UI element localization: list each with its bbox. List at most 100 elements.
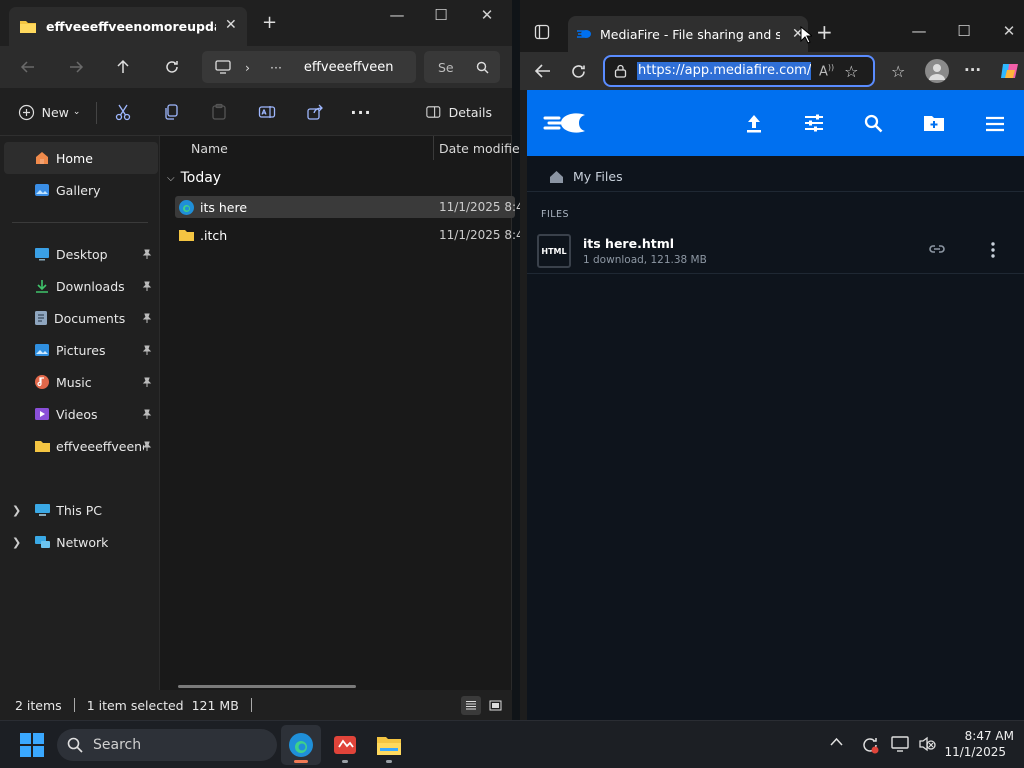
- gallery-icon: [34, 182, 50, 198]
- column-header-date[interactable]: Date modified: [439, 141, 528, 156]
- settings-more-icon[interactable]: ···: [964, 61, 981, 79]
- breadcrumb[interactable]: My Files: [549, 169, 623, 184]
- clock-time[interactable]: 8:47 AM: [944, 729, 1014, 743]
- pin-icon[interactable]: [142, 345, 152, 355]
- share-button[interactable]: [302, 96, 328, 128]
- explorer-tab[interactable]: effveeeffveenomoreupdates12 ✕: [9, 7, 247, 46]
- sidebar-item-documents[interactable]: Documents: [4, 302, 158, 334]
- mediafire-logo[interactable]: [543, 110, 589, 136]
- pin-icon[interactable]: [142, 249, 152, 259]
- copilot-icon[interactable]: [999, 60, 1021, 82]
- favorites-icon[interactable]: ☆: [891, 62, 905, 81]
- list-item[interactable]: HTML its here.html 1 download, 121.38 MB: [527, 228, 1024, 274]
- search-input[interactable]: Se: [438, 60, 454, 75]
- pin-icon[interactable]: [142, 313, 152, 323]
- chevron-right-icon[interactable]: ❯: [12, 536, 21, 549]
- link-icon[interactable]: [929, 244, 945, 254]
- hamburger-menu-icon[interactable]: [985, 116, 1005, 132]
- filter-sliders-icon[interactable]: [804, 114, 824, 132]
- sidebar-item-network[interactable]: ❯ Network: [4, 526, 158, 558]
- sidebar-item-folder[interactable]: effveeeffveenom: [4, 430, 158, 462]
- taskbar-edge[interactable]: [281, 725, 321, 765]
- close-window-button[interactable]: ✕: [470, 0, 504, 30]
- tab-actions-icon[interactable]: [534, 24, 550, 40]
- close-window-button[interactable]: ✕: [992, 16, 1024, 46]
- chevron-up-icon[interactable]: [830, 737, 843, 746]
- address-bar[interactable]: › ··· effveeeffveen: [202, 51, 416, 83]
- navigation-pane: Home Gallery Desktop Downloads Documents…: [0, 136, 160, 690]
- volume-muted-icon[interactable]: [918, 736, 936, 752]
- address-segment[interactable]: effveeeffveen: [304, 60, 394, 75]
- refresh-button[interactable]: [157, 52, 187, 82]
- rename-button[interactable]: [254, 96, 280, 128]
- close-tab-icon[interactable]: ✕: [225, 17, 237, 33]
- url-text[interactable]: https://app.mediafire.com/fo: [637, 62, 811, 80]
- favorite-star-icon[interactable]: ☆: [844, 62, 858, 81]
- lock-icon[interactable]: [614, 64, 627, 78]
- sync-alert-icon[interactable]: [860, 735, 880, 755]
- details-button[interactable]: Details: [426, 96, 492, 128]
- sidebar-item-gallery[interactable]: Gallery: [4, 174, 158, 206]
- file-name[interactable]: its here.html: [583, 236, 674, 251]
- pin-icon[interactable]: [142, 409, 152, 419]
- edge-tab[interactable]: MediaFire - File sharing and stora ✕: [568, 16, 808, 52]
- back-button[interactable]: [13, 52, 43, 82]
- sidebar-label: Videos: [56, 406, 98, 422]
- column-divider[interactable]: [433, 136, 434, 160]
- url-bar[interactable]: https://app.mediafire.com/fo A)) ☆: [603, 55, 875, 87]
- sidebar-label: Pictures: [56, 342, 106, 358]
- new-button[interactable]: New ⌄: [14, 96, 84, 128]
- tiles-view-button[interactable]: [485, 696, 505, 715]
- search-box[interactable]: Se: [424, 51, 500, 83]
- group-header-today[interactable]: ⌵ Today: [167, 170, 221, 186]
- sidebar-item-music[interactable]: Music: [4, 366, 158, 398]
- read-aloud-icon[interactable]: A)): [819, 63, 834, 79]
- refresh-button[interactable]: [570, 63, 587, 80]
- minimize-button[interactable]: —: [380, 0, 414, 30]
- sidebar-item-home[interactable]: Home: [4, 142, 158, 174]
- search-icon[interactable]: [864, 114, 883, 133]
- table-row[interactable]: its here 11/1/2025 8:4: [175, 196, 524, 218]
- file-meta: 1 download, 121.38 MB: [583, 254, 707, 266]
- pin-icon[interactable]: [142, 281, 152, 291]
- up-button[interactable]: [108, 52, 138, 82]
- copy-button[interactable]: [158, 96, 184, 128]
- network-monitor-icon[interactable]: [891, 736, 909, 753]
- chevron-right-icon[interactable]: ❯: [12, 504, 21, 517]
- maximize-button[interactable]: ☐: [947, 16, 981, 46]
- new-tab-button[interactable]: +: [262, 12, 277, 33]
- back-button[interactable]: [534, 63, 551, 79]
- cut-button[interactable]: [110, 96, 136, 128]
- new-folder-icon[interactable]: [923, 114, 945, 132]
- profile-avatar[interactable]: [925, 59, 949, 83]
- file-name: its here: [200, 199, 248, 215]
- pin-icon[interactable]: [142, 441, 152, 451]
- sidebar-item-downloads[interactable]: Downloads: [4, 270, 158, 302]
- sidebar-item-videos[interactable]: Videos: [4, 398, 158, 430]
- column-header-name[interactable]: Name: [191, 141, 228, 156]
- paste-button[interactable]: [206, 96, 232, 128]
- horizontal-scrollbar[interactable]: [178, 685, 356, 688]
- sidebar-item-desktop[interactable]: Desktop: [4, 238, 158, 270]
- clock-date[interactable]: 11/1/2025: [944, 745, 1006, 759]
- more-options-button[interactable]: ···: [348, 96, 374, 128]
- details-view-button[interactable]: [461, 696, 481, 715]
- taskbar-search[interactable]: Search: [57, 729, 277, 761]
- pin-icon[interactable]: [142, 377, 152, 387]
- forward-button[interactable]: [61, 52, 91, 82]
- refresh-icon: [572, 65, 585, 78]
- minimize-button[interactable]: —: [902, 16, 936, 46]
- taskbar-game-app[interactable]: [325, 725, 365, 765]
- folder-icon: [34, 439, 51, 453]
- sidebar-item-this-pc[interactable]: ❯ This PC: [4, 494, 158, 526]
- new-tab-button[interactable]: +: [816, 20, 833, 44]
- windows-start-icon[interactable]: [20, 733, 44, 757]
- maximize-button[interactable]: ☐: [424, 0, 458, 30]
- file-name: .itch: [200, 227, 228, 243]
- more-vertical-icon[interactable]: [991, 242, 995, 258]
- path-overflow[interactable]: ···: [270, 60, 282, 75]
- upload-icon[interactable]: [745, 113, 763, 133]
- taskbar-file-explorer[interactable]: [369, 725, 409, 765]
- sidebar-item-pictures[interactable]: Pictures: [4, 334, 158, 366]
- table-row[interactable]: .itch 11/1/2025 8:4: [175, 224, 524, 246]
